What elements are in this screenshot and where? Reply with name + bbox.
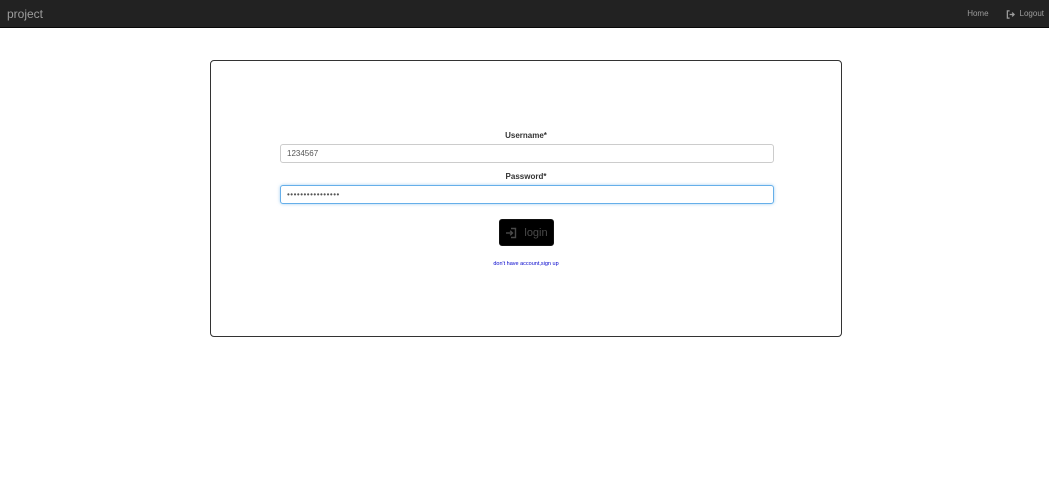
login-button[interactable]: login [499,219,554,246]
nav-home-label: Home [967,9,989,18]
password-label: Password* [505,172,547,181]
username-input[interactable] [280,144,774,163]
brand-link[interactable]: project [7,6,43,22]
nav-logout-label: Logout [1019,9,1044,18]
logout-icon [1006,9,1015,19]
login-button-label: login [524,226,548,239]
login-icon [506,227,517,238]
password-input[interactable] [280,185,774,204]
username-label: Username* [505,131,547,140]
signup-link[interactable]: don't have account,sign up [211,260,841,268]
nav-home-link[interactable]: Home [967,9,988,19]
top-navbar: project Home Logout [0,0,1049,28]
nav-links: Home Logout [967,0,1044,28]
login-card: Username* Password* login don't have acc… [210,60,842,337]
nav-logout-link[interactable]: Logout [1006,9,1044,19]
